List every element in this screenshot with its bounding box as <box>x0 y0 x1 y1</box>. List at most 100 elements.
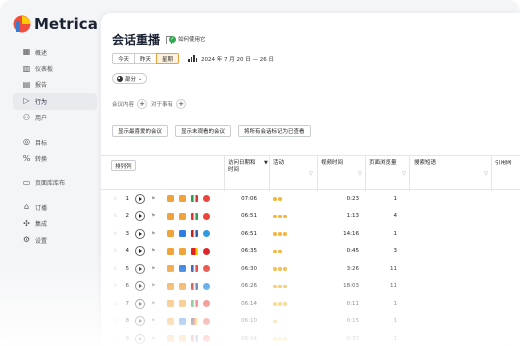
device-icon <box>167 212 174 220</box>
play-icon[interactable] <box>135 263 145 274</box>
col-datetime[interactable]: 访问日期和 时间 ▼ <box>228 160 268 174</box>
date-week-button[interactable]: 星期 <box>156 53 180 64</box>
sidebar-item-7[interactable]: ▭ 页面库库布 <box>13 175 97 191</box>
sidebar-item-label: 报告 <box>35 82 48 90</box>
star-icon[interactable]: ☆ <box>113 301 117 307</box>
video-duration: 0:45 <box>346 248 359 255</box>
device-icon <box>167 300 174 308</box>
video-duration: 1:13 <box>346 213 359 220</box>
sidebar-item-2[interactable]: ▤ 报告 <box>13 77 97 93</box>
table-row[interactable]: ☆ 3 ⚑ 06:51 14:16 1 <box>101 225 520 243</box>
star-icon[interactable]: ☆ <box>113 213 117 219</box>
date-yesterday-button[interactable]: 昨天 <box>134 53 158 64</box>
sidebar-item-4[interactable]: ⚇ 用户 <box>13 110 97 126</box>
activity-dot <box>278 337 282 341</box>
play-icon[interactable] <box>135 246 145 257</box>
col-activity[interactable]: 活动 ▽ <box>273 160 319 177</box>
divider <box>317 156 318 191</box>
play-icon[interactable] <box>135 333 145 344</box>
show-favorites-button[interactable]: 显示最喜爱的会议 <box>112 125 169 137</box>
opera-icon <box>203 247 210 255</box>
visit-time: 06:30 <box>241 265 257 272</box>
activity-rating <box>273 337 287 341</box>
logo[interactable]: Metrica <box>13 15 98 33</box>
date-today-button[interactable]: 今天 <box>112 53 136 64</box>
add-who-button[interactable]: + <box>176 99 187 109</box>
flag-icon[interactable]: ⚑ <box>151 266 155 272</box>
flag-icon[interactable]: ⚑ <box>151 231 155 237</box>
flag-icon[interactable]: ⚑ <box>151 248 155 254</box>
flag-icon[interactable]: ⚑ <box>151 318 155 324</box>
apple-icon <box>179 282 186 290</box>
star-icon[interactable]: ☆ <box>113 283 117 289</box>
show-unwatched-button[interactable]: 显示未观看的会议 <box>175 125 232 137</box>
sidebar-item-label: 概述 <box>35 49 48 57</box>
table-row[interactable]: ☆ 2 ⚑ 06:51 1:13 4 <box>101 208 520 226</box>
table-row[interactable]: ☆ 1 ⚑ 07:06 0:23 1 <box>101 190 520 208</box>
flag-icon[interactable]: ⚑ <box>151 336 155 342</box>
flag-icon[interactable]: ⚑ <box>151 213 155 219</box>
filter-bar: 会议内容 + 对于事有 + <box>112 99 190 109</box>
segment-label: 部分 <box>125 76 137 83</box>
chrome-icon <box>203 212 210 220</box>
activity-dot <box>278 267 282 271</box>
sidebar-item-3[interactable]: ▷ 行为 <box>13 93 97 110</box>
segment-dropdown[interactable]: 部分 ⌄ <box>112 73 148 84</box>
activity-rating <box>273 267 287 271</box>
sidebar-item-6[interactable]: % 转换 <box>13 150 97 166</box>
star-icon[interactable]: ☆ <box>113 266 117 272</box>
play-icon[interactable] <box>135 211 145 222</box>
chrome-icon <box>203 195 210 203</box>
col-referrer[interactable]: 引用网 <box>495 160 520 167</box>
sidebar-item-1[interactable]: ▥ 仪表板 <box>13 60 97 76</box>
play-icon[interactable] <box>135 228 145 239</box>
star-icon[interactable]: ☆ <box>113 336 117 342</box>
play-icon[interactable] <box>135 298 145 309</box>
columns-button[interactable]: 排列列 <box>111 160 136 171</box>
mark-all-viewed-button[interactable]: 将所有会话标记为已查看 <box>238 125 311 137</box>
activity-dot <box>273 337 277 341</box>
col-search[interactable]: 搜索短语 ▽ <box>414 160 494 177</box>
flag-icon[interactable]: ⚑ <box>151 283 155 289</box>
flag-icon[interactable]: ⚑ <box>151 301 155 307</box>
country-flag-icon <box>191 195 198 203</box>
table-row[interactable]: ☆ 7 ⚑ 06:14 0:11 1 <box>101 295 520 313</box>
user-icon: ⚇ <box>22 112 31 122</box>
sidebar-item-5[interactable]: ◎ 目标 <box>13 134 97 150</box>
country-flag-icon <box>191 335 198 343</box>
who-label: 对于事有 <box>151 102 174 108</box>
star-icon[interactable]: ☆ <box>113 231 117 237</box>
table-row[interactable]: ☆ 4 ⚑ 06:35 0:45 3 <box>101 243 520 261</box>
add-condition-button[interactable]: + <box>137 99 148 109</box>
divider <box>269 156 270 191</box>
star-icon[interactable]: ☆ <box>113 318 117 324</box>
flag-icon[interactable]: ⚑ <box>151 196 155 202</box>
sidebar-item-10[interactable]: ⚙ 设置 <box>13 232 97 248</box>
activity-dot <box>273 214 277 218</box>
sidebar-item-8[interactable]: ⌂ 订播 <box>13 199 97 215</box>
play-icon[interactable] <box>135 281 145 292</box>
date-range-picker[interactable]: 2024 年 7 月 20 日 — 26 日 <box>188 53 274 64</box>
divider <box>409 156 410 191</box>
sidebar-item-9[interactable]: ✣ 集成 <box>13 216 97 232</box>
star-icon[interactable]: ☆ <box>113 248 117 254</box>
table-row[interactable]: ☆ 9 ⚑ 06:04 0:33 1 <box>101 330 520 346</box>
row-number: 4 <box>125 248 130 255</box>
activity-dot <box>278 302 282 306</box>
col-duration[interactable]: 视频时间 ▽ <box>321 160 362 177</box>
table-row[interactable]: ☆ 8 ⚑ 06:10 0:15 1 <box>101 313 520 331</box>
divider <box>224 156 225 191</box>
gear-icon: ⚙ <box>22 235 31 245</box>
play-icon[interactable] <box>135 316 145 327</box>
star-icon[interactable]: ☆ <box>113 196 117 202</box>
privacy-link[interactable]: ✓ 如何使用它 <box>169 35 206 43</box>
table-row[interactable]: ☆ 5 ⚑ 06:30 3:26 11 <box>101 260 520 278</box>
play-icon[interactable] <box>135 193 145 204</box>
android-icon <box>179 247 186 255</box>
col-pageviews[interactable]: 页面浏览量 ▽ <box>369 160 409 177</box>
sidebar-item-0[interactable]: ▦ 概述 <box>13 44 97 60</box>
activity-rating <box>273 302 287 306</box>
row-number: 9 <box>125 335 130 342</box>
table-row[interactable]: ☆ 6 ⚑ 06:26 18:03 11 <box>101 278 520 296</box>
page-views: 11 <box>390 283 397 290</box>
